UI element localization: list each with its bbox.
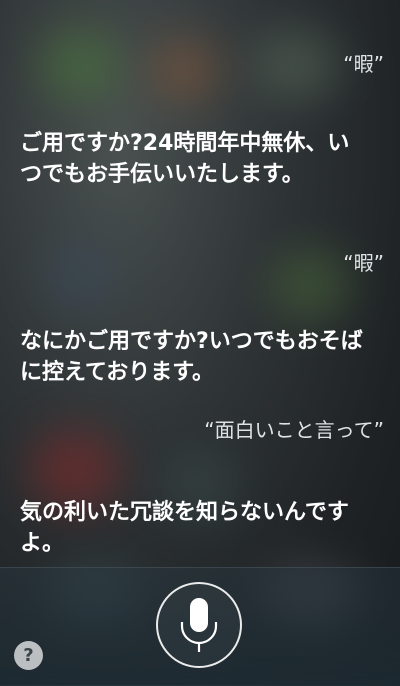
siri-response-2: なにかご用ですか?いつでもおそばに控えております。 — [20, 329, 363, 385]
user-query-2: “暇” — [343, 251, 384, 275]
question-mark-icon: ? — [23, 645, 34, 666]
siri-response-1: ご用ですか?24時間年中無休、いつでもお手伝いいたします。 — [20, 131, 350, 187]
microphone-button[interactable] — [156, 582, 242, 668]
microphone-icon — [180, 598, 218, 652]
siri-response-3: 気の利いた冗談を知らないんですよ。 — [20, 500, 349, 556]
user-query-1: “暇” — [343, 52, 384, 76]
help-button[interactable]: ? — [14, 641, 43, 670]
user-query-3: “面白いこと言って” — [204, 418, 384, 442]
